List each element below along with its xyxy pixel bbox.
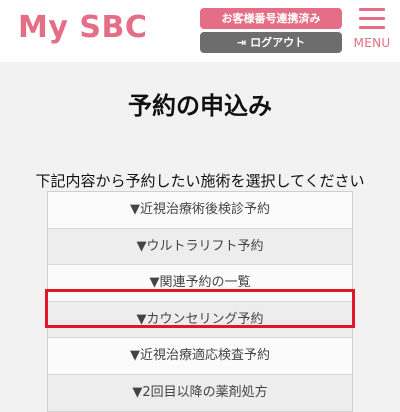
logout-label: ログアウト	[250, 36, 306, 49]
customer-number-linked-button[interactable]: お客様番号連携済み	[200, 8, 342, 29]
option-myopia-eligibility-test[interactable]: ▼近視治療適応検査予約	[48, 338, 352, 375]
logout-button[interactable]: ⇥ ログアウト	[200, 32, 342, 53]
option-related-reservations[interactable]: ▼関連予約の一覧	[48, 265, 352, 302]
page-title: 予約の申込み	[128, 92, 272, 120]
option-ultralift[interactable]: ▼ウルトラリフト予約	[48, 228, 352, 265]
logout-icon: ⇥	[236, 36, 247, 49]
option-counseling[interactable]: ▼カウンセリング予約	[48, 301, 352, 338]
option-myopia-postop-checkup[interactable]: ▼近視治療術後検診予約	[48, 192, 352, 229]
hamburger-icon	[359, 8, 385, 30]
option-second-prescription[interactable]: ▼2回目以降の薬剤処方	[48, 374, 352, 411]
site-logo[interactable]: My SBC	[18, 10, 147, 45]
site-header: My SBC お客様番号連携済み ⇥ ログアウト MENU	[0, 0, 400, 62]
reservation-options-list: ▼近視治療術後検診予約 ▼ウルトラリフト予約 ▼関連予約の一覧 ▼カウンセリング…	[47, 191, 353, 412]
instruction-text: 下記内容から予約したい施術を選択してください	[35, 172, 365, 190]
menu-button[interactable]: MENU	[352, 6, 392, 52]
menu-label: MENU	[353, 36, 391, 50]
